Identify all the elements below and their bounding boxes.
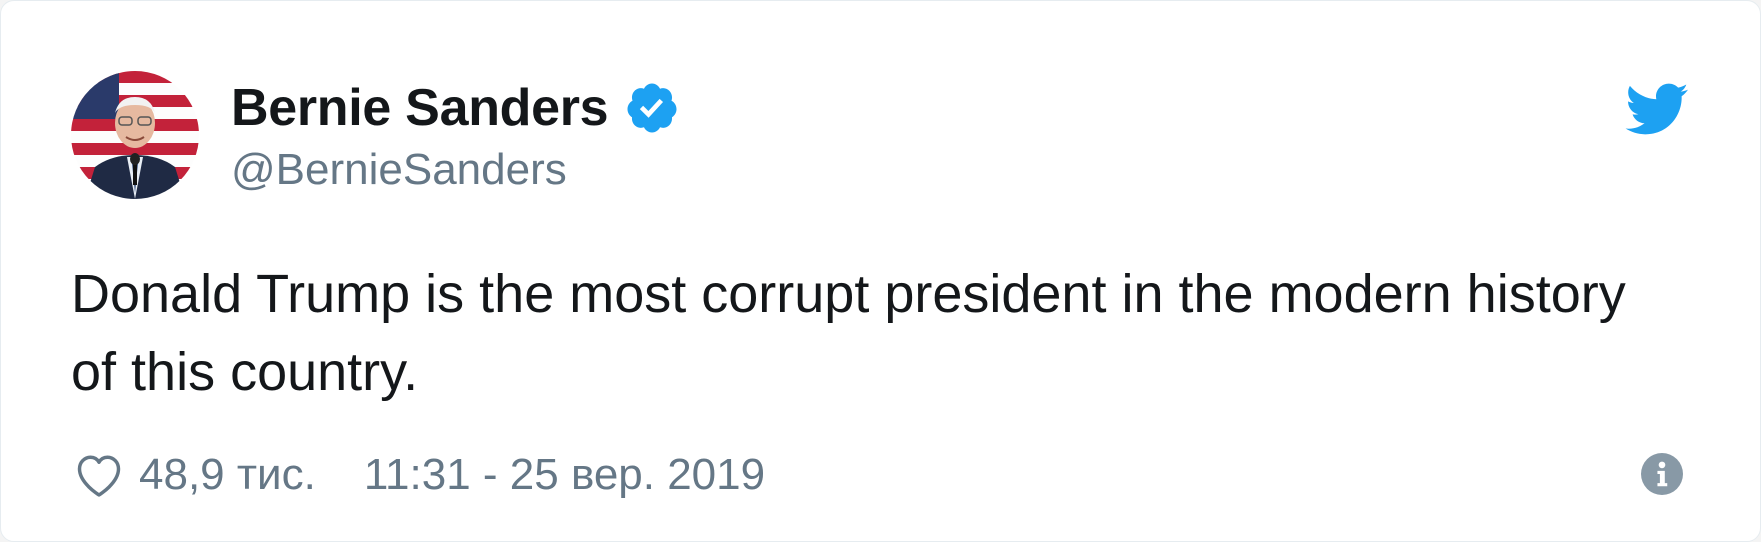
info-icon[interactable] xyxy=(1641,453,1683,495)
author-name[interactable]: Bernie Sanders xyxy=(231,78,609,138)
tweet-card: Bernie Sanders @BernieSanders Donald Tru… xyxy=(0,0,1761,542)
tweet-footer: 48,9 тис. 11:31 - 25 вер. 2019 xyxy=(73,447,765,503)
tweet-text: Donald Trump is the most corrupt preside… xyxy=(71,264,1626,402)
author-handle[interactable]: @BernieSanders xyxy=(231,145,567,195)
twitter-bird-icon[interactable] xyxy=(1623,81,1689,137)
avatar-image xyxy=(71,71,199,199)
heart-icon[interactable] xyxy=(73,449,125,501)
tweet-timestamp[interactable]: 11:31 - 25 вер. 2019 xyxy=(364,450,765,500)
avatar[interactable] xyxy=(71,71,199,199)
author-name-row[interactable]: Bernie Sanders xyxy=(231,73,680,143)
verified-badge-icon xyxy=(627,83,677,133)
like-count[interactable]: 48,9 тис. xyxy=(139,450,316,500)
